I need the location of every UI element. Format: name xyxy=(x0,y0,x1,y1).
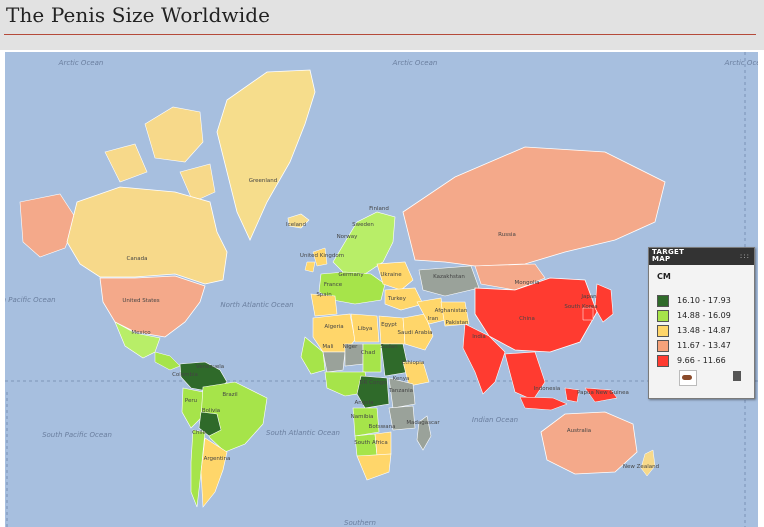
label-indonesia: Indonesia xyxy=(534,386,561,392)
label-madagascar: Madagascar xyxy=(406,420,440,426)
label-canada: Canada xyxy=(127,256,148,262)
legend-swatch xyxy=(657,355,669,367)
label-bolivia: Bolivia xyxy=(202,408,220,414)
label-japan: Japan xyxy=(580,294,597,300)
label-brazil: Brazil xyxy=(222,392,238,398)
title-divider xyxy=(4,34,756,35)
label-united-kingdom: United Kingdom xyxy=(300,253,344,259)
label-iran: Iran xyxy=(428,316,439,322)
label-turkey: Turkey xyxy=(387,296,407,302)
legend-range: 16.10 - 17.93 xyxy=(677,296,731,305)
label-ukraine: Ukraine xyxy=(380,272,402,278)
ocean-label-arctic-mid: Arctic Ocean xyxy=(392,59,438,67)
country-canada[interactable] xyxy=(66,186,228,285)
ocean-label-south-atlantic: South Atlantic Ocean xyxy=(266,429,340,437)
country-mali[interactable] xyxy=(322,351,346,373)
ocean-label-south-pacific: South Pacific Ocean xyxy=(42,431,112,439)
legend-item[interactable]: 13.48 - 14.87 xyxy=(657,325,751,338)
label-mexico: Mexico xyxy=(131,330,151,336)
legend-swatch xyxy=(657,310,669,322)
legend-header[interactable]: TARGET MAP ::: xyxy=(649,248,754,265)
label-kenya: Kenya xyxy=(393,376,410,382)
legend-item[interactable]: 9.66 - 11.66 xyxy=(657,355,751,368)
ocean-label-north-atlantic: North Atlantic Ocean xyxy=(220,301,293,309)
legend-swatch xyxy=(657,295,669,307)
label-south-korea: South Korea xyxy=(564,304,597,310)
label-pakistan: Pakistan xyxy=(445,320,469,326)
label-australia: Australia xyxy=(567,428,591,434)
map-legend[interactable]: TARGET MAP ::: CM 16.10 - 17.93 14.88 - 1… xyxy=(648,247,755,399)
legend-range: 11.67 - 13.47 xyxy=(677,341,731,350)
label-sudan: Sudan xyxy=(380,344,398,350)
legend-swatch xyxy=(657,340,669,352)
label-finland: Finland xyxy=(369,206,389,212)
label-niger: Niger xyxy=(343,344,359,350)
legend-item[interactable]: 14.88 - 16.09 xyxy=(657,310,751,323)
label-south-africa: South Africa xyxy=(354,440,387,446)
label-kazakhstan: Kazakhstan xyxy=(433,274,465,280)
print-icon[interactable] xyxy=(733,371,741,381)
label-botswana: Botswana xyxy=(369,424,396,430)
ocean-label-arctic-right: Arctic Ocean xyxy=(724,59,758,67)
label-chad: Chad xyxy=(361,350,375,356)
label-egypt: Egypt xyxy=(381,322,398,328)
label-venezuela: Venezuela xyxy=(196,364,224,370)
label-ethiopia: Ethiopia xyxy=(402,360,424,366)
label-argentina: Argentina xyxy=(204,456,231,462)
label-papua-new-guinea: Papua New Guinea xyxy=(577,390,629,396)
legend-unit: CM xyxy=(657,272,671,281)
label-sweden: Sweden xyxy=(352,222,374,228)
legend-range: 13.48 - 14.87 xyxy=(677,326,731,335)
page-header: The Penis Size Worldwide xyxy=(0,0,764,50)
map-thumbnail-icon[interactable] xyxy=(679,370,697,386)
label-mali: Mali xyxy=(322,344,334,350)
label-angola: Angola xyxy=(354,400,373,406)
label-colombia: Colombia xyxy=(172,372,198,378)
label-tanzania: Tanzania xyxy=(388,388,413,394)
label-india: India xyxy=(472,334,486,340)
label-china: China xyxy=(519,316,535,322)
label-iceland: Iceland xyxy=(286,222,306,228)
label-libya: Libya xyxy=(358,326,373,332)
label-united-states: United States xyxy=(122,298,159,304)
country-angola[interactable] xyxy=(352,407,380,437)
label-peru: Peru xyxy=(185,398,197,404)
label-dr-congo: DR Congo xyxy=(359,380,387,386)
world-map[interactable]: Arctic Ocean Arctic Ocean Arctic Ocean N… xyxy=(5,52,758,527)
label-mongolia: Mongolia xyxy=(515,280,540,286)
ocean-label-southern: Southern xyxy=(344,519,376,527)
legend-swatch xyxy=(657,325,669,337)
label-new-zealand: New Zealand xyxy=(623,464,659,470)
legend-range: 14.88 - 16.09 xyxy=(677,311,731,320)
label-namibia: Namibia xyxy=(351,414,374,420)
country-chad[interactable] xyxy=(362,343,382,373)
label-russia: Russia xyxy=(498,232,516,238)
legend-item[interactable]: 16.10 - 17.93 xyxy=(657,295,751,308)
targetmap-logo: TARGET MAP xyxy=(652,248,685,263)
label-spain: Spain xyxy=(316,292,332,298)
label-saudi-arabia: Saudi Arabia xyxy=(398,330,433,336)
label-chile: Chile xyxy=(192,430,206,436)
label-germany: Germany xyxy=(338,272,364,278)
label-norway: Norway xyxy=(337,234,359,240)
legend-item[interactable]: 11.67 - 13.47 xyxy=(657,340,751,353)
page-title: The Penis Size Worldwide xyxy=(6,3,271,27)
label-afghanistan: Afghanistan xyxy=(435,308,468,314)
ocean-label-indian: Indian Ocean xyxy=(472,416,518,424)
legend-range: 9.66 - 11.66 xyxy=(677,356,726,365)
label-algeria: Algeria xyxy=(324,324,343,330)
ocean-label-north-pacific: North Pacific Ocean xyxy=(5,296,56,304)
drag-handle-icon[interactable]: ::: xyxy=(740,252,750,260)
label-greenland: Greenland xyxy=(249,178,278,184)
ocean-label-arctic-left: Arctic Ocean xyxy=(58,59,104,67)
label-france: France xyxy=(324,282,343,288)
